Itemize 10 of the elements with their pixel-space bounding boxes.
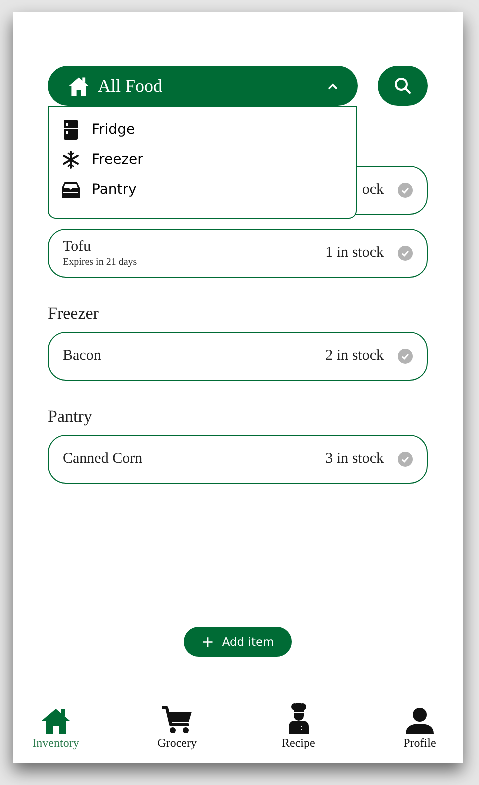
stock-count: 1 in stock: [326, 245, 384, 262]
item-name: Tofu: [63, 239, 92, 256]
item-name: Bacon: [63, 348, 102, 365]
stock-count: 3 in stock: [326, 451, 384, 468]
section-heading: Freezer: [48, 303, 100, 325]
item-name: Canned Corn: [63, 451, 144, 468]
section-heading: Pantry: [48, 406, 94, 428]
stock-count: ock: [362, 182, 384, 199]
expiry-text: Expires in 21 days: [63, 257, 138, 268]
stock-count: 2 in stock: [326, 348, 384, 365]
